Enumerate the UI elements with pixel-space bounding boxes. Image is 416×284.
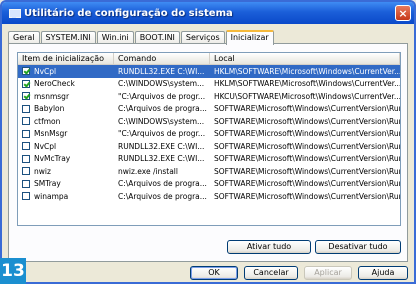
startup-checkbox[interactable] xyxy=(22,79,30,88)
title-bar[interactable]: Utilitário de configuração do sistema × xyxy=(2,2,414,24)
tab-inicializar[interactable]: Inicializar xyxy=(225,30,274,45)
list-item[interactable]: nwiz nwiz.exe /install SOFTWARE\Microsoft\… xyxy=(18,165,400,178)
disable-all-button[interactable]: Desativar tudo xyxy=(315,240,401,254)
command-cell: RUNDLL32.EXE C:\WI... xyxy=(118,154,205,164)
item-name-cell: msnmsgr xyxy=(18,92,114,101)
item-name-cell: nwiz xyxy=(18,167,114,176)
location-cell: HKCU\SOFTWARE\Microsoft\Windows\CurrentV… xyxy=(214,91,400,101)
list-rows: NvCpl RUNDLL32.EXE C:\WI... HKLM\SOFTWARE\… xyxy=(18,65,400,203)
startup-checkbox[interactable] xyxy=(22,167,30,176)
location-cell: SOFTWARE\Microsoft\Windows\CurrentVersio… xyxy=(214,179,400,189)
item-name-cell: NvCpl xyxy=(18,67,114,76)
item-name: NvMcTray xyxy=(34,154,71,164)
item-name-cell: ctfmon xyxy=(18,117,114,126)
startup-checkbox[interactable] xyxy=(22,92,30,101)
command-cell: C:\WINDOWS\system... xyxy=(118,79,205,89)
apply-button[interactable]: Aplicar xyxy=(304,266,352,280)
list-item[interactable]: Babylon C:\Arquivos de progra... SOFTWARE\… xyxy=(18,103,400,116)
item-name-cell: NvCpl xyxy=(18,142,114,151)
location-cell: SOFTWARE\Microsoft\Windows\CurrentVersio… xyxy=(214,166,400,176)
window-title: Utilitário de configuração do sistema xyxy=(24,7,233,19)
location-cell: HKLM\SOFTWARE\Microsoft\Windows\CurrentV… xyxy=(214,66,400,76)
item-name-cell: NvMcTray xyxy=(18,154,114,163)
command-cell: C:\Arquivos de progra... xyxy=(118,191,207,201)
list-item[interactable]: MsnMsgr "C:\Arquivos de progr... SOFTWARE\… xyxy=(18,128,400,141)
computer-icon xyxy=(8,7,21,19)
item-name: NvCpl xyxy=(34,141,57,151)
enable-all-button[interactable]: Ativar tudo xyxy=(227,240,311,254)
location-cell: SOFTWARE\Microsoft\Windows\CurrentVersio… xyxy=(214,141,400,151)
location-cell: SOFTWARE\Microsoft\Windows\CurrentVersio… xyxy=(214,104,400,114)
list-item[interactable]: NeroCheck C:\WINDOWS\system... HKLM\SOFTWA… xyxy=(18,78,400,91)
item-name: msnmsgr xyxy=(34,91,70,101)
startup-checkbox[interactable] xyxy=(22,129,30,138)
list-item[interactable]: NvCpl RUNDLL32.EXE C:\WI... HKLM\SOFTWARE\… xyxy=(18,65,400,78)
list-item[interactable]: NvMcTray RUNDLL32.EXE C:\WI... SOFTWARE\Mi… xyxy=(18,153,400,166)
item-name: ctfmon xyxy=(34,116,61,126)
command-cell: RUNDLL32.EXE C:\WI... xyxy=(118,66,205,76)
command-cell: C:\Arquivos de progra... xyxy=(118,104,207,114)
item-name: nwiz xyxy=(34,166,51,176)
close-icon: × xyxy=(398,6,408,20)
item-name-cell: MsnMsgr xyxy=(18,129,114,138)
command-cell: "C:\Arquivos de progr... xyxy=(118,129,206,139)
list-header: Item de inicialização Comando Local xyxy=(18,53,400,65)
command-cell: C:\WINDOWS\system... xyxy=(118,116,205,126)
list-item[interactable]: winampa C:\Arquivos de progra... SOFTWARE\… xyxy=(18,190,400,203)
column-header-location[interactable]: Local xyxy=(210,53,400,64)
item-name: NeroCheck xyxy=(34,79,75,89)
startup-checkbox[interactable] xyxy=(22,192,30,201)
item-name-cell: SMTray xyxy=(18,179,114,188)
help-button[interactable]: Ajuda xyxy=(358,266,408,280)
location-cell: HKLM\SOFTWARE\Microsoft\Windows\CurrentV… xyxy=(214,79,400,89)
location-cell: SOFTWARE\Microsoft\Windows\CurrentVersio… xyxy=(214,154,400,164)
command-cell: nwiz.exe /install xyxy=(118,166,178,176)
startup-checkbox[interactable] xyxy=(22,142,30,151)
startup-checkbox[interactable] xyxy=(22,179,30,188)
startup-checkbox[interactable] xyxy=(22,117,30,126)
startup-checkbox[interactable] xyxy=(22,154,30,163)
tab-strip: Geral SYSTEM.INI Win.ini BOOT.INI Serviços In… xyxy=(8,30,275,45)
location-cell: SOFTWARE\Microsoft\Windows\CurrentVersio… xyxy=(214,191,400,201)
list-item[interactable]: msnmsgr "C:\Arquivos de progr... HKCU\SOFT… xyxy=(18,90,400,103)
command-cell: C:\Arquivos de progra... xyxy=(118,179,207,189)
startup-checkbox[interactable] xyxy=(22,104,30,113)
item-name: NvCpl xyxy=(34,66,57,76)
location-cell: SOFTWARE\Microsoft\Windows\CurrentVersio… xyxy=(214,116,400,126)
item-name-cell: Babylon xyxy=(18,104,114,113)
startup-checkbox[interactable] xyxy=(22,67,30,76)
column-header-command[interactable]: Comando xyxy=(114,53,210,64)
command-cell: RUNDLL32.EXE C:\WI... xyxy=(118,141,205,151)
item-name: MsnMsgr xyxy=(34,129,68,139)
command-cell: "C:\Arquivos de progr... xyxy=(118,91,206,101)
step-number-badge: 13 xyxy=(0,258,26,284)
item-name: SMTray xyxy=(34,179,61,189)
close-button[interactable]: × xyxy=(395,5,411,21)
item-name-cell: winampa xyxy=(18,192,114,201)
item-name: winampa xyxy=(34,191,69,201)
cancel-button[interactable]: Cancelar xyxy=(244,266,298,280)
list-item[interactable]: NvCpl RUNDLL32.EXE C:\WI... SOFTWARE\Micro… xyxy=(18,140,400,153)
list-item[interactable]: SMTray C:\Arquivos de progra... SOFTWARE\M… xyxy=(18,178,400,191)
location-cell: SOFTWARE\Microsoft\Windows\CurrentVersio… xyxy=(214,129,400,139)
ok-button[interactable]: OK xyxy=(190,266,238,280)
startup-list: Item de inicialização Comando Local NvCp… xyxy=(17,52,401,226)
system-config-window: Utilitário de configuração do sistema × … xyxy=(0,0,416,284)
column-header-item[interactable]: Item de inicialização xyxy=(18,53,114,64)
item-name: Babylon xyxy=(34,104,65,114)
startup-panel: Item de inicialização Comando Local NvCp… xyxy=(8,43,408,262)
list-item[interactable]: ctfmon C:\WINDOWS\system... SOFTWARE\Micro… xyxy=(18,115,400,128)
item-name-cell: NeroCheck xyxy=(18,79,114,88)
